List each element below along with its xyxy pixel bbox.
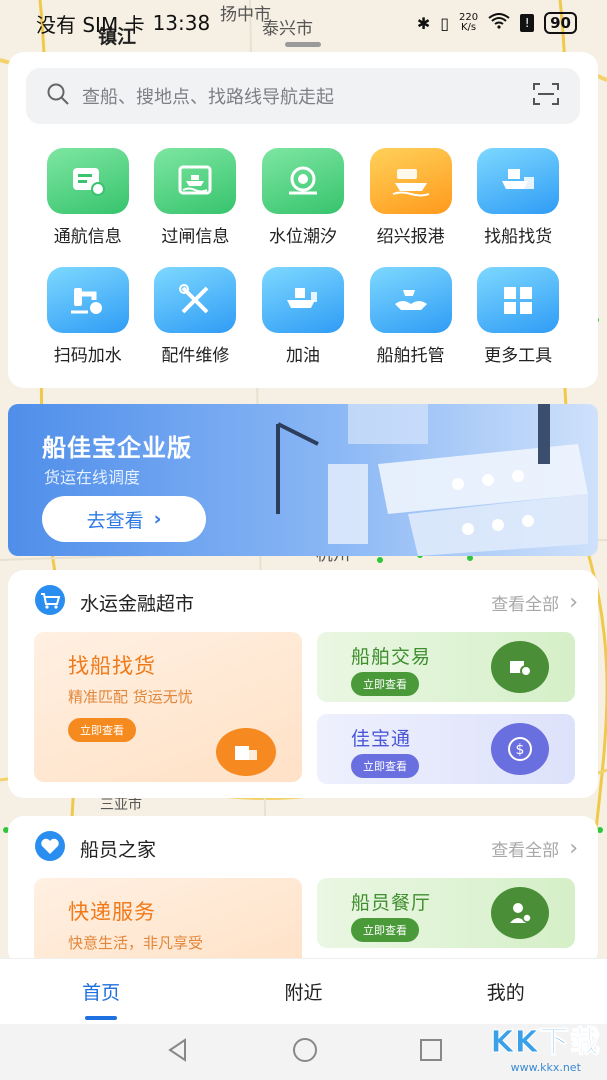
- back-icon[interactable]: [165, 1037, 191, 1067]
- chevron-right-icon: ›: [569, 835, 578, 861]
- port-illustration: [276, 404, 588, 556]
- banner-button-label: 去查看: [86, 509, 144, 532]
- nav-nearby[interactable]: 附近: [253, 978, 353, 1005]
- recents-icon[interactable]: [419, 1038, 443, 1066]
- nav-home[interactable]: 首页: [51, 978, 151, 1020]
- section-header: 水运金融超市 查看全部 ›: [34, 584, 578, 620]
- section-title: 水运金融超市: [80, 592, 195, 615]
- tool-refuel[interactable]: 加油: [255, 267, 351, 366]
- bottom-navigation: 首页 附近 我的: [0, 958, 607, 1024]
- search-icon: [46, 82, 70, 110]
- carrier-label: 没有 SIM 卡: [36, 12, 145, 37]
- tool-label: 船舶托管: [376, 346, 445, 366]
- view-all-link[interactable]: 查看全部 ›: [491, 836, 578, 861]
- tool-label: 加油: [285, 346, 320, 366]
- alert-icon: !: [520, 14, 535, 32]
- view-now-button[interactable]: 立即查看: [351, 754, 419, 778]
- home-icon[interactable]: [291, 1036, 319, 1068]
- tool-label: 水位潮汐: [268, 227, 337, 247]
- water-tap-icon: [46, 267, 129, 333]
- cart-icon: [34, 585, 66, 619]
- watermark: KK下载 www.kkx.net: [490, 1017, 602, 1075]
- tool-grid: 通航信息 过闸信息 水位潮汐 绍兴报港 找船找货 扫码加水 配件维修 加油 船舶…: [8, 148, 598, 386]
- search-placeholder: 查船、搜地点、找路线导航走起: [82, 87, 334, 108]
- wifi-icon: [488, 13, 510, 33]
- finance-section: 水运金融超市 查看全部 › 找船找货 精准匹配 货运无忧 立即查看 船舶交易 立…: [8, 570, 598, 798]
- tool-navigation-info[interactable]: 通航信息: [40, 148, 136, 247]
- view-all-link[interactable]: 查看全部 ›: [491, 590, 578, 615]
- nav-mine[interactable]: 我的: [456, 978, 556, 1005]
- ship-trade-icon: [491, 641, 549, 693]
- port-report-icon: [369, 148, 452, 214]
- tool-ship-custody[interactable]: 船舶托管: [363, 267, 459, 366]
- drag-handle[interactable]: [285, 42, 321, 47]
- vibrate-icon: ▯: [440, 13, 450, 33]
- battery-indicator: 90: [544, 12, 577, 34]
- tool-shaoxing-port[interactable]: 绍兴报港: [363, 148, 459, 247]
- card-title: 快递服务: [68, 900, 156, 924]
- crew-canteen-card[interactable]: 船员餐厅 立即查看: [317, 878, 575, 948]
- ship-custody-icon: [369, 267, 452, 333]
- card-title: 佳宝通: [351, 728, 412, 750]
- repair-tools-icon: [154, 267, 237, 333]
- jiabaotong-card[interactable]: 佳宝通 立即查看 $: [317, 714, 575, 784]
- svg-text:$: $: [516, 742, 525, 758]
- tool-label: 扫码加水: [53, 346, 122, 366]
- watermark-brand: KK下载: [490, 1025, 601, 1061]
- banner-subtitle: 货运在线调度: [44, 468, 141, 487]
- tools-panel: 查船、搜地点、找路线导航走起 通航信息 过闸信息 水位潮汐 绍兴报港 找船找货 …: [8, 52, 598, 388]
- view-now-button[interactable]: 立即查看: [351, 672, 419, 696]
- card-subtitle: 快意生活，非凡享受: [68, 934, 204, 952]
- enterprise-banner[interactable]: 船佳宝企业版 货运在线调度 去查看 ›: [8, 404, 598, 556]
- tool-label: 更多工具: [484, 346, 553, 366]
- section-title: 船员之家: [80, 838, 157, 861]
- tool-label: 绍兴报港: [376, 227, 445, 247]
- express-service-card[interactable]: 快递服务 快意生活，非凡享受: [34, 878, 302, 966]
- network-speed: 220 K/s: [459, 12, 479, 33]
- notice-board-icon: [46, 148, 129, 214]
- view-now-button[interactable]: 立即查看: [351, 918, 419, 942]
- status-bar: 没有 SIM 卡 13:38 ✱ ▯ 220 K/s ! 90: [0, 0, 607, 46]
- crew-section: 船员之家 查看全部 › 快递服务 快意生活，非凡享受 船员餐厅 立即查看: [8, 816, 598, 966]
- card-subtitle: 精准匹配 货运无忧: [68, 688, 193, 706]
- tool-label: 配件维修: [161, 346, 230, 366]
- find-ship-cargo-card[interactable]: 找船找货 精准匹配 货运无忧 立即查看: [34, 632, 302, 782]
- banner-view-button[interactable]: 去查看 ›: [42, 496, 206, 542]
- ship-lock-icon: [154, 148, 237, 214]
- tool-lock-info[interactable]: 过闸信息: [147, 148, 243, 247]
- fuel-ship-icon: [261, 267, 344, 333]
- cargo-box-icon: [216, 728, 276, 776]
- banner-title: 船佳宝企业版: [42, 434, 192, 462]
- card-title: 船舶交易: [351, 646, 432, 668]
- tool-label: 过闸信息: [161, 227, 230, 247]
- tool-water-level[interactable]: 水位潮汐: [255, 148, 351, 247]
- ship-trade-card[interactable]: 船舶交易 立即查看: [317, 632, 575, 702]
- coin-icon: $: [491, 723, 549, 775]
- card-title: 找船找货: [68, 654, 156, 678]
- watermark-url: www.kkx.net: [510, 1061, 581, 1074]
- bluetooth-icon: ✱: [416, 13, 431, 33]
- card-title: 船员餐厅: [351, 892, 432, 914]
- tool-label: 通航信息: [53, 227, 122, 247]
- tool-more[interactable]: 更多工具: [470, 267, 566, 366]
- tool-label: 找船找货: [484, 227, 553, 247]
- water-level-icon: [261, 148, 344, 214]
- tool-parts-repair[interactable]: 配件维修: [147, 267, 243, 366]
- view-now-button[interactable]: 立即查看: [68, 718, 136, 742]
- tool-find-ship-cargo[interactable]: 找船找货: [470, 148, 566, 247]
- chevron-right-icon: ›: [153, 508, 162, 530]
- heart-icon: [34, 831, 66, 865]
- tool-scan-water[interactable]: 扫码加水: [40, 267, 136, 366]
- clock: 13:38: [152, 11, 211, 35]
- section-header: 船员之家 查看全部 ›: [34, 830, 578, 866]
- scan-icon[interactable]: [532, 82, 560, 110]
- cargo-ship-icon: [477, 148, 560, 214]
- search-input[interactable]: 查船、搜地点、找路线导航走起: [26, 68, 580, 124]
- chef-icon: [491, 887, 549, 939]
- chevron-right-icon: ›: [569, 589, 578, 615]
- grid-more-icon: [477, 267, 560, 333]
